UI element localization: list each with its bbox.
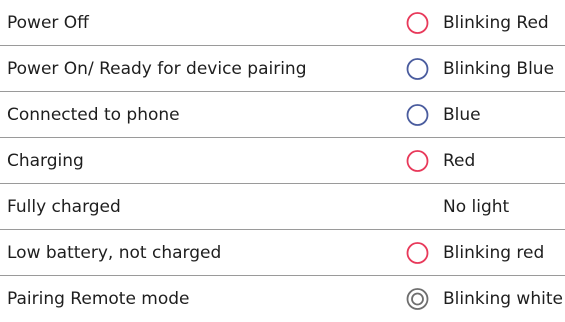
light-label: Blinking Red bbox=[443, 12, 549, 33]
table-row: Pairing Remote mode Blinking white bbox=[0, 276, 565, 322]
light-label: Blinking Blue bbox=[443, 58, 555, 79]
red-circle-icon bbox=[406, 11, 429, 34]
blue-circle-icon bbox=[406, 103, 429, 126]
status-label: Charging bbox=[7, 150, 84, 171]
status-label: Fully charged bbox=[7, 196, 121, 217]
table-row: Fully charged No light bbox=[0, 184, 565, 230]
status-label: Pairing Remote mode bbox=[7, 289, 190, 309]
led-status-table: Power Off Blinking Red Power On/ Ready f… bbox=[0, 0, 565, 322]
table-row: Low battery, not charged Blinking red bbox=[0, 230, 565, 276]
light-label: No light bbox=[443, 196, 510, 217]
blue-circle-icon bbox=[406, 57, 429, 80]
red-circle-icon bbox=[406, 149, 429, 172]
light-label: Red bbox=[443, 150, 476, 171]
status-label: Power On/ Ready for device pairing bbox=[7, 58, 307, 79]
table-row: Connected to phone Blue bbox=[0, 92, 565, 138]
light-label: Blinking red bbox=[443, 242, 545, 263]
table-row: Charging Red bbox=[0, 138, 565, 184]
light-label: Blinking white bbox=[443, 289, 563, 309]
red-circle-icon bbox=[406, 241, 429, 264]
status-label: Power Off bbox=[7, 12, 89, 33]
table-row: Power Off Blinking Red bbox=[0, 0, 565, 46]
light-label: Blue bbox=[443, 104, 481, 125]
white-double-circle-icon bbox=[406, 288, 429, 311]
status-label: Low battery, not charged bbox=[7, 242, 222, 263]
status-label: Connected to phone bbox=[7, 104, 180, 125]
table-row: Power On/ Ready for device pairing Blink… bbox=[0, 46, 565, 92]
